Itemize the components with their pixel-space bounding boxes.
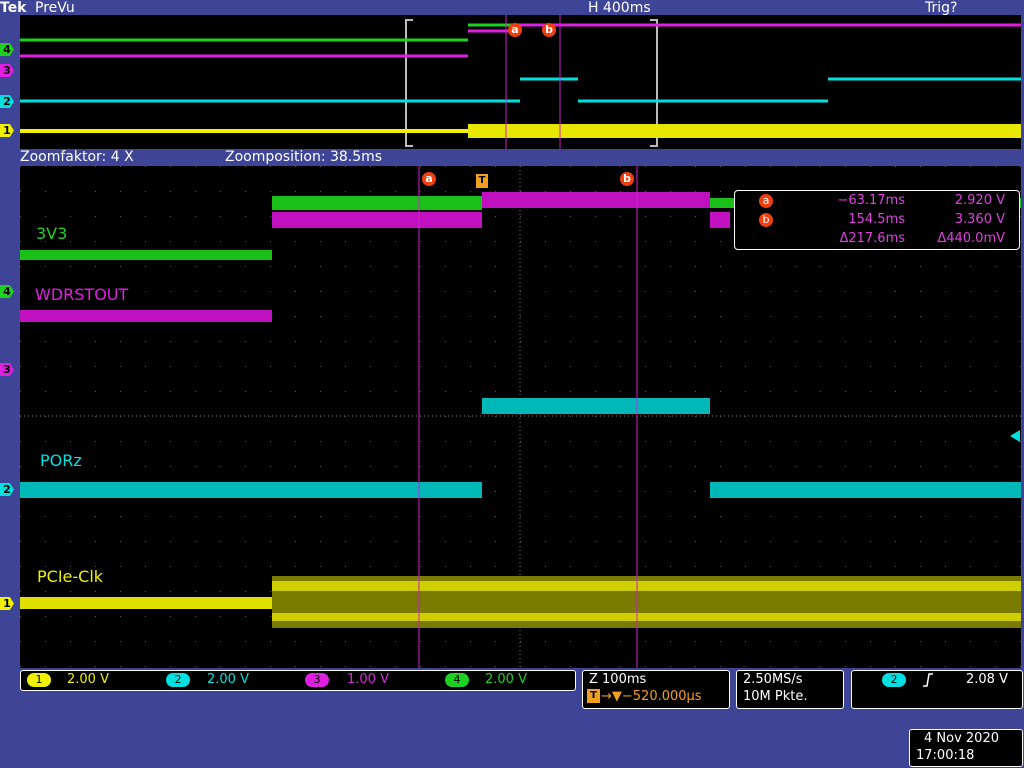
cursor-a-volt: 2.920 V bbox=[954, 193, 1005, 208]
cursor-readout: a −63.17ms 2.920 V b 154.5ms 3.360 V Δ21… bbox=[734, 190, 1020, 250]
ch3-trace-high bbox=[482, 192, 710, 208]
trigger-source-pill: 2 bbox=[882, 673, 906, 687]
ch2-pill[interactable]: 2 bbox=[166, 673, 190, 687]
channel-scale-bar: 1 2.00 V 2 2.00 V 3 1.00 V 4 2.00 V bbox=[20, 670, 576, 691]
trigger-status: Trig? bbox=[925, 0, 958, 16]
zoom-timebase: Z 100ms bbox=[589, 672, 647, 687]
ch1-trace-clock-low bbox=[272, 613, 1021, 621]
date: 4 Nov 2020 bbox=[924, 731, 999, 746]
ch1-trace-label: PCIe-Clk bbox=[37, 567, 104, 586]
acquisition-box[interactable]: 2.50MS/s 10M Pkte. bbox=[736, 670, 844, 709]
ch3-trace-mid-late bbox=[710, 212, 730, 228]
trigger-position: →▼−520.000µs bbox=[601, 689, 702, 704]
ch3-trace-low bbox=[20, 310, 272, 322]
cursor-b-time: 154.5ms bbox=[848, 212, 905, 227]
cursor-b-flag-overview[interactable]: b bbox=[542, 23, 556, 37]
datetime-box: 4 Nov 2020 17:00:18 bbox=[909, 729, 1023, 767]
ch4-pill[interactable]: 4 bbox=[445, 673, 469, 687]
ch1-overview-clock bbox=[468, 124, 1021, 138]
record-length: 10M Pkte. bbox=[743, 689, 808, 704]
trigger-level-arrow-icon[interactable] bbox=[1010, 430, 1020, 442]
trigger-t-icon: T bbox=[587, 689, 600, 703]
ch4-scale[interactable]: 2.00 V bbox=[485, 672, 527, 687]
ch2-trace-label: PORz bbox=[40, 451, 82, 470]
trigger-level: 2.08 V bbox=[966, 672, 1008, 687]
rising-edge-icon bbox=[923, 673, 933, 687]
ch4-trace-low bbox=[20, 250, 272, 260]
ch3-marker-overview[interactable]: 3 bbox=[0, 64, 14, 77]
acquisition-mode: PreVu bbox=[35, 0, 75, 16]
ch2-scale[interactable]: 2.00 V bbox=[207, 672, 249, 687]
trigger-box[interactable]: 2 2.08 V bbox=[851, 670, 1023, 709]
ch4-trace-label: 3V3 bbox=[36, 224, 68, 243]
ch3-scale[interactable]: 1.00 V bbox=[347, 672, 389, 687]
overview-waveform-window[interactable]: a b bbox=[20, 15, 1021, 149]
ch2-marker-overview[interactable]: 2 bbox=[0, 95, 14, 108]
time: 17:00:18 bbox=[916, 748, 975, 763]
ch2-trace-low2 bbox=[710, 482, 1021, 498]
cursor-a-flag-overview[interactable]: a bbox=[508, 23, 522, 37]
cursor-a-badge: a bbox=[759, 194, 773, 208]
cursor-b-badge: b bbox=[759, 213, 773, 227]
cursor-b-volt: 3.360 V bbox=[954, 212, 1005, 227]
ch2-trace-low1 bbox=[20, 482, 482, 498]
zoom-position: Zoomposition: 38.5ms bbox=[225, 149, 383, 165]
cursor-b-flag[interactable]: b bbox=[620, 172, 634, 186]
ch3-trace-label: WDRSTOUT bbox=[35, 285, 129, 304]
sample-rate: 2.50MS/s bbox=[743, 672, 803, 687]
ch2-ground-marker[interactable]: 2 bbox=[0, 483, 14, 496]
ch2-trace-high bbox=[482, 398, 710, 414]
ch4-marker-overview[interactable]: 4 bbox=[0, 43, 14, 56]
ch1-trace-idle bbox=[20, 597, 272, 609]
cursor-delta-volt: Δ440.0mV bbox=[937, 231, 1005, 246]
cursor-delta-time: Δ217.6ms bbox=[839, 231, 905, 246]
timebase-box[interactable]: Z 100ms T →▼−520.000µs bbox=[582, 670, 730, 709]
ch1-scale[interactable]: 2.00 V bbox=[67, 672, 109, 687]
cursor-a-flag[interactable]: a bbox=[422, 172, 436, 186]
zoom-factor: Zoomfaktor: 4 X bbox=[20, 149, 134, 165]
horizontal-scale: H 400ms bbox=[588, 0, 651, 16]
ch4-trace-high bbox=[272, 196, 482, 210]
overview-waveform-svg bbox=[20, 15, 1021, 149]
ch1-ground-marker[interactable]: 1 bbox=[0, 597, 14, 610]
ch3-trace-mid bbox=[272, 212, 482, 228]
cursor-a-time: −63.17ms bbox=[837, 193, 905, 208]
brand-logo: Tek bbox=[0, 0, 27, 16]
ch4-ground-marker[interactable]: 4 bbox=[0, 285, 14, 298]
trigger-position-flag[interactable]: T bbox=[476, 174, 488, 188]
ch1-marker-overview[interactable]: 1 bbox=[0, 124, 14, 137]
ch1-pill[interactable]: 1 bbox=[27, 673, 51, 687]
ch1-trace-clock-high bbox=[272, 581, 1021, 591]
ch3-pill[interactable]: 3 bbox=[305, 673, 329, 687]
ch3-ground-marker[interactable]: 3 bbox=[0, 363, 14, 376]
